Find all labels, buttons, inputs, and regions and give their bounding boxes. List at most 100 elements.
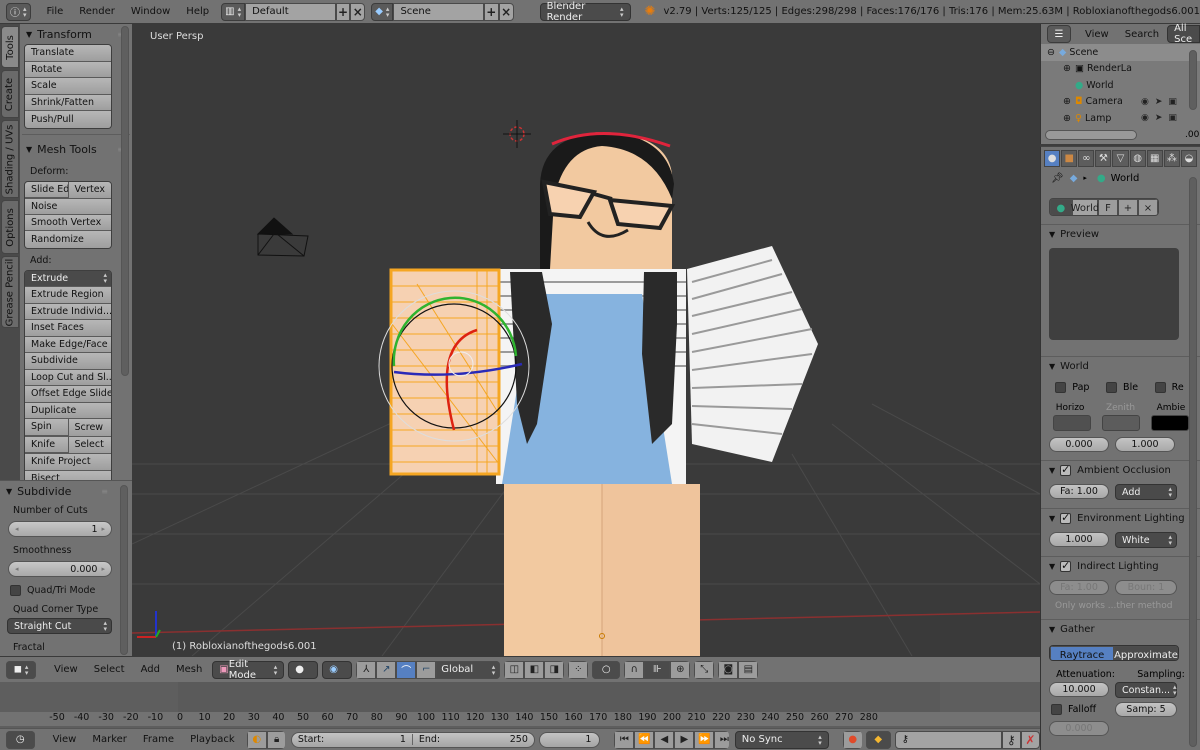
transform-panel-header[interactable]: ▼Transform≡	[20, 24, 132, 44]
viewport-shading-dropdown[interactable]: ●	[288, 660, 319, 679]
current-frame-field[interactable]: 1	[538, 731, 601, 748]
start-frame-field[interactable]: Start: 1	[292, 734, 413, 745]
raytrace-button[interactable]: Raytrace	[1050, 646, 1114, 660]
tab-particles-icon[interactable]: ⁂	[1163, 150, 1180, 167]
ao-blend-dropdown[interactable]: Add ▴ ▾	[1115, 484, 1177, 500]
jump-end-icon[interactable]: ⏭	[714, 730, 729, 749]
menu-marker[interactable]: Marker	[84, 734, 135, 745]
selectable-cursor-icon[interactable]: ➤	[1155, 113, 1163, 123]
snap-element-dropdown[interactable]: ⊪	[644, 660, 671, 679]
world-name-field[interactable]: World	[1071, 199, 1099, 215]
jump-keyframe-forward-icon[interactable]: ⏩	[694, 730, 715, 749]
indirect-factor-field[interactable]: Fa: 1.00	[1049, 580, 1109, 595]
world-browse-button[interactable]: ●	[1050, 199, 1072, 215]
spin-button[interactable]: Spin	[25, 419, 69, 436]
keying-set-field[interactable]: ⚷	[894, 730, 1002, 749]
menu-help[interactable]: Help	[178, 6, 217, 17]
tab-data-icon[interactable]: ▽	[1112, 150, 1129, 167]
falloff-checkbox[interactable]: Falloff	[1049, 704, 1109, 715]
menu-select[interactable]: Select	[86, 664, 133, 675]
smooth-vertex-button[interactable]: Smooth Vertex	[25, 214, 111, 231]
face-select-icon[interactable]: ◨	[544, 660, 565, 679]
paper-sky-checkbox[interactable]: Pap	[1055, 382, 1089, 393]
frame-ruler[interactable]: -50 -40 -30 -20 -10 0 10 20 30 40 50 60 70 80 90 100 110…	[0, 712, 1040, 726]
subdivide-panel-header[interactable]: ▼ Subdivide ≡	[0, 481, 132, 501]
tool-shelf-scrollbar[interactable]	[121, 26, 129, 376]
mesh-tools-panel-header[interactable]: ▼Mesh Tools≡	[20, 140, 132, 160]
translate-button[interactable]: Translate	[25, 45, 111, 62]
sync-mode-dropdown[interactable]: No Sync ▴ ▾	[734, 730, 829, 749]
env-lighting-checkbox[interactable]	[1060, 511, 1072, 524]
real-sky-checkbox[interactable]: Re	[1154, 382, 1184, 393]
outliner-item-renderlayers[interactable]: ⊕ ▣ RenderLa	[1041, 61, 1200, 78]
push-pull-button[interactable]: Push/Pull	[25, 111, 111, 128]
ao-factor-field[interactable]: Fa: 1.00	[1049, 484, 1109, 499]
screw-button[interactable]: Screw	[68, 419, 111, 436]
delete-keyframe-icon[interactable]: ✗	[1020, 730, 1041, 749]
slide-vertex-button[interactable]: Vertex	[68, 181, 111, 198]
menu-file[interactable]: File	[39, 6, 72, 17]
outliner-item-scene[interactable]: ⊖ ◆ Scene	[1041, 44, 1200, 61]
editor-type-button[interactable]: ◷	[6, 730, 35, 749]
world-panel-header[interactable]: ▼ World	[1041, 356, 1200, 376]
menu-view[interactable]: View	[45, 734, 85, 745]
jump-start-icon[interactable]: ⏮	[614, 730, 635, 749]
keying-type-dropdown[interactable]: ◆	[865, 730, 891, 749]
lock-icon[interactable]: 🔒︎	[266, 730, 285, 749]
play-icon[interactable]: ▶	[674, 730, 695, 749]
checkbox-box[interactable]	[10, 585, 21, 596]
delete-layout-button[interactable]: ×	[350, 2, 366, 21]
extrude-region-button[interactable]: Extrude Region	[25, 287, 111, 304]
expand-icon[interactable]: ⊕	[1063, 63, 1075, 74]
menu-view[interactable]: View	[1077, 29, 1117, 40]
menu-mesh[interactable]: Mesh	[168, 664, 210, 675]
editor-type-button[interactable]: ◼ ▴ ▾	[6, 660, 36, 679]
editor-type-button[interactable]: ⓘ ▴ ▾	[6, 2, 31, 21]
falloff-strength-field[interactable]: 0.000	[1049, 721, 1109, 736]
tab-create[interactable]: Create	[1, 70, 19, 118]
bisect-button[interactable]: Bisect	[25, 470, 111, 480]
unlink-world-button[interactable]: ×	[1138, 199, 1158, 215]
approximate-button[interactable]: Approximate	[1114, 646, 1178, 660]
number-of-cuts-field[interactable]: ◂ 1 ▸	[8, 521, 112, 537]
opengl-render-image-icon[interactable]: ◙	[718, 660, 739, 679]
knife-project-button[interactable]: Knife Project	[25, 454, 111, 471]
ao-panel-header[interactable]: ▼ Ambient Occlusion	[1041, 460, 1200, 480]
translate-manipulator-icon[interactable]: ↗	[376, 660, 397, 679]
make-edge-face-button[interactable]: Make Edge/Face	[25, 336, 111, 353]
indirect-lighting-checkbox[interactable]	[1060, 559, 1072, 572]
knife-button[interactable]: Knife	[25, 436, 69, 453]
record-icon[interactable]: ●	[842, 730, 862, 749]
menu-search[interactable]: Search	[1117, 29, 1167, 40]
rotate-button[interactable]: Rotate	[25, 61, 111, 78]
extrude-dropdown[interactable]: Extrude ▴ ▾	[25, 270, 111, 287]
duplicate-button[interactable]: Duplicate	[25, 402, 111, 419]
shrink-fatten-button[interactable]: Shrink/Fatten	[25, 94, 111, 111]
editor-type-button[interactable]: ☰	[1047, 25, 1071, 43]
selectable-cursor-icon[interactable]: ➤	[1155, 97, 1163, 107]
render-camera-icon[interactable]: ▣	[1168, 97, 1177, 107]
delete-scene-button[interactable]: ×	[498, 2, 514, 21]
mode-dropdown[interactable]: ▣ Edit Mode ▴ ▾	[212, 659, 285, 681]
scale-manipulator-icon[interactable]: ⌐	[416, 660, 437, 679]
menu-window[interactable]: Window	[123, 6, 178, 17]
proportional-edit-dropdown[interactable]: ○	[592, 660, 621, 679]
zenith-color-swatch[interactable]	[1101, 415, 1140, 431]
sampling-dropdown[interactable]: Constan... ▴ ▾	[1115, 682, 1177, 698]
decrement-arrow-icon[interactable]: ◂	[15, 565, 19, 573]
menu-view[interactable]: View	[46, 664, 86, 675]
pin-icon[interactable]: 📌︎	[1051, 173, 1064, 184]
add-layout-button[interactable]: +	[335, 2, 351, 21]
horizon-color-swatch[interactable]	[1052, 415, 1091, 431]
render-engine-dropdown[interactable]: Blender Render ▴ ▾	[539, 1, 631, 23]
vertex-select-icon[interactable]: ◫	[504, 660, 525, 679]
range-field[interactable]: 1.000	[1115, 437, 1175, 452]
new-world-button[interactable]: +	[1118, 199, 1138, 215]
scene-name-field[interactable]: Scene	[393, 2, 484, 21]
layout-selector[interactable]: ▥ ▴ ▾	[221, 2, 246, 21]
add-scene-button[interactable]: +	[483, 2, 499, 21]
outliner-v-scrollbar[interactable]	[1189, 50, 1197, 110]
snap-target-icon[interactable]: ⊕	[670, 660, 691, 679]
snap-magnet-icon[interactable]: ∩	[624, 660, 645, 679]
insert-keyframe-icon[interactable]: ⚷	[1001, 730, 1021, 749]
